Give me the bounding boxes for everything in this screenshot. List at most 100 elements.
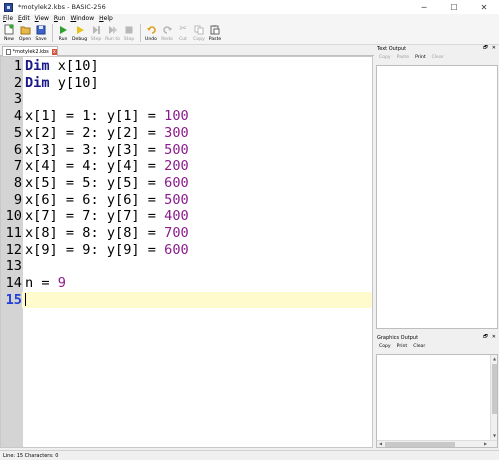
- line-number: 7: [1, 158, 22, 175]
- line-number: 14: [1, 275, 22, 292]
- text-paste-button[interactable]: Paste: [397, 55, 409, 60]
- scroll-left-icon[interactable]: ◀: [377, 441, 384, 447]
- code-text: x[1] = 1: y[1] = 100: [25, 108, 189, 125]
- float-panel-icon[interactable]: 🗗: [483, 334, 488, 342]
- code-text: x[4] = 4: y[4] = 200: [25, 158, 189, 175]
- tab-close-icon[interactable]: x: [51, 48, 57, 55]
- code-line[interactable]: 15: [1, 291, 372, 309]
- horizontal-scrollbar[interactable]: ◀ ▶: [377, 440, 497, 447]
- code-token: n =: [25, 275, 58, 292]
- float-panel-icon[interactable]: 🗗: [483, 45, 488, 53]
- number-token: 400: [164, 208, 189, 225]
- code-text: x[6] = 6: y[6] = 500: [25, 192, 189, 209]
- code-line[interactable]: 5 x[2] = 2: y[2] = 300: [1, 124, 372, 142]
- vertical-scrollbar[interactable]: ▲ ▼: [490, 355, 497, 447]
- window-title: *motylek2.kbs - BASIC-256: [18, 3, 106, 11]
- maximize-button[interactable]: ☐: [439, 0, 469, 14]
- text-copy-button[interactable]: Copy: [379, 55, 391, 60]
- text-output-area[interactable]: [376, 65, 498, 329]
- code-token: x[3] = 3: y[3] =: [25, 141, 165, 158]
- stop-button[interactable]: Stop: [122, 23, 136, 42]
- code-line[interactable]: 14 n = 9: [1, 275, 372, 292]
- menu-window[interactable]: Window: [70, 15, 94, 22]
- line-number: 1: [1, 58, 22, 75]
- scroll-up-icon[interactable]: ▲: [491, 356, 498, 362]
- menu-edit[interactable]: Edit: [18, 15, 30, 22]
- code-line[interactable]: 2 Dim y[10]: [1, 74, 372, 92]
- text-clear-button[interactable]: Clear: [432, 55, 444, 60]
- menu-file[interactable]: File: [3, 15, 13, 22]
- menu-view[interactable]: View: [35, 15, 49, 22]
- scroll-down-icon[interactable]: ▼: [491, 433, 498, 439]
- save-icon: [35, 24, 47, 35]
- number-token: 300: [164, 124, 189, 141]
- code-line[interactable]: 10 x[7] = 7: y[7] = 400: [1, 208, 372, 225]
- app-icon: [4, 2, 13, 12]
- status-text: Line: 15 Characters: 0: [3, 452, 59, 459]
- code-line[interactable]: 1 Dim x[10]: [1, 58, 372, 75]
- menu-help[interactable]: Help: [99, 15, 113, 22]
- graphics-print-button[interactable]: Print: [397, 344, 408, 349]
- play-icon: [57, 24, 69, 35]
- code-text: [25, 292, 26, 309]
- code-line[interactable]: 13: [1, 258, 372, 276]
- keyword-token: Dim: [25, 74, 50, 91]
- line-number: 3: [1, 91, 22, 109]
- line-number: 10: [1, 208, 22, 225]
- graphics-copy-button[interactable]: Copy: [379, 344, 391, 349]
- code-line[interactable]: 7 x[4] = 4: y[4] = 200: [1, 158, 372, 175]
- step-button[interactable]: Step: [89, 23, 103, 42]
- code-text: x[9] = 9: y[9] = 600: [25, 242, 189, 259]
- new-button[interactable]: New: [2, 23, 16, 42]
- close-panel-icon[interactable]: ✕: [492, 45, 496, 53]
- minimize-button[interactable]: ─: [409, 0, 439, 14]
- menu-bar: File Edit View Run Window Help: [0, 14, 499, 23]
- line-number: 6: [1, 141, 22, 159]
- copy-button[interactable]: Copy: [192, 23, 206, 42]
- run-to-button[interactable]: Run to: [105, 23, 120, 42]
- line-number: 15: [1, 291, 22, 309]
- code-line[interactable]: 6 x[3] = 3: y[3] = 500: [1, 141, 372, 159]
- paste-button[interactable]: Paste: [208, 23, 222, 42]
- text-print-button[interactable]: Print: [415, 55, 426, 60]
- graphics-output-panel: Graphics Output 🗗 ✕ Copy Print Clear: [374, 334, 499, 353]
- cut-button[interactable]: ✂ Cut: [176, 23, 190, 42]
- open-button[interactable]: Open: [18, 23, 32, 42]
- run-button[interactable]: Run: [56, 23, 70, 42]
- debug-button[interactable]: Debug: [72, 23, 87, 42]
- line-number: 12: [1, 241, 22, 259]
- code-line[interactable]: 12 x[9] = 9: y[9] = 600: [1, 241, 372, 259]
- line-number: 4: [1, 108, 22, 125]
- graphics-clear-button[interactable]: Clear: [413, 344, 425, 349]
- code-token: y[10]: [49, 74, 99, 91]
- close-panel-icon[interactable]: ✕: [492, 334, 496, 342]
- code-line[interactable]: 4 x[1] = 1: y[1] = 100: [1, 108, 372, 125]
- code-text: n = 9: [25, 275, 66, 292]
- tab-bar: *motylek2.kbs x: [0, 45, 374, 56]
- menu-run[interactable]: Run: [54, 15, 66, 22]
- code-line[interactable]: 8 x[5] = 5: y[5] = 600: [1, 174, 372, 192]
- scrollbar-thumb[interactable]: [492, 364, 497, 414]
- code-token: x[4] = 4: y[4] =: [25, 158, 165, 175]
- scrollbar-thumb[interactable]: [385, 442, 455, 447]
- line-number: 2: [1, 74, 22, 92]
- line-number: 13: [1, 258, 22, 276]
- line-number: 9: [1, 191, 22, 209]
- redo-button[interactable]: Redo: [160, 23, 174, 42]
- scroll-right-icon[interactable]: ▶: [482, 441, 489, 447]
- code-line[interactable]: 3: [1, 91, 372, 109]
- stop-icon: [123, 24, 135, 35]
- graphics-output-area[interactable]: ▲ ▼ ◀ ▶: [376, 354, 498, 448]
- save-button[interactable]: Save: [34, 23, 48, 42]
- run-to-icon: [107, 24, 119, 35]
- tab-motylek2[interactable]: *motylek2.kbs x: [2, 46, 58, 56]
- code-line[interactable]: 9 x[6] = 6: y[6] = 500: [1, 191, 372, 209]
- code-editor[interactable]: 1 Dim x[10] 2 Dim y[10] 3 4 x[1] = 1: y[1] = 1…: [0, 56, 373, 448]
- undo-button[interactable]: Undo: [144, 23, 158, 42]
- title-bar: *motylek2.kbs - BASIC-256 ─ ☐ ✕: [0, 0, 499, 14]
- number-token: 9: [57, 275, 66, 292]
- document-icon: [6, 48, 11, 55]
- close-button[interactable]: ✕: [469, 0, 499, 14]
- code-token: x[8] = 8: y[8] =: [25, 225, 165, 241]
- code-line[interactable]: 11 x[8] = 8: y[8] = 700: [1, 225, 372, 242]
